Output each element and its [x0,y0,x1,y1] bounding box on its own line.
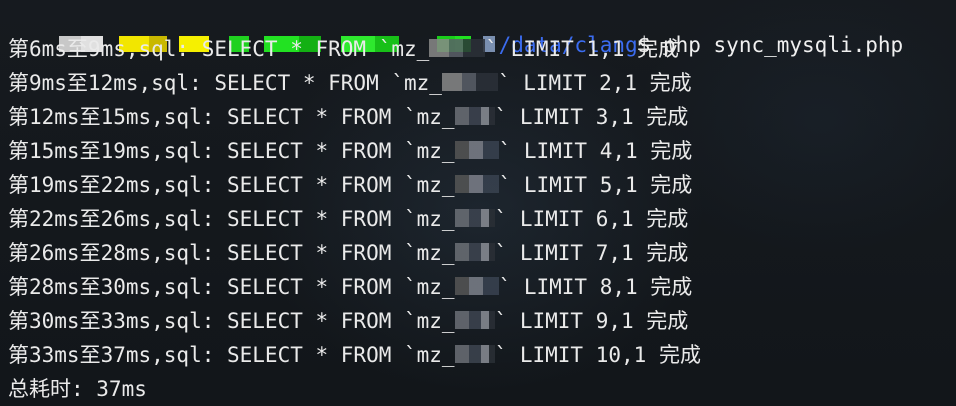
log-line: 第26ms至28ms,sql: SELECT * FROM `mz_ ` LIMI… [8,238,688,268]
total-time-line: 总耗时: 37ms [8,377,147,401]
log-line-suffix: ` LIMIT 4,1 完成 [498,139,693,163]
log-line: 第6ms至9ms,sql: SELECT * FROM `mz_ ` LIMIT … [8,34,679,64]
log-line-prefix: 第28ms至30ms,sql: SELECT * FROM `mz_ [8,275,455,299]
redacted-table-name [454,345,495,363]
log-line: 第28ms至30ms,sql: SELECT * FROM `mz_ ` LIMI… [8,272,692,302]
log-line: 第22ms至26ms,sql: SELECT * FROM `mz_ ` LIMI… [8,204,688,234]
log-line-prefix: 第33ms至37ms,sql: SELECT * FROM `mz_ [8,343,455,367]
redacted-table-name [454,107,495,125]
log-line: 第19ms至22ms,sql: SELECT * FROM `mz_ ` LIMI… [8,170,692,200]
log-line-prefix: 第9ms至12ms,sql: SELECT * FROM `mz_ [8,71,442,95]
log-line-suffix: ` LIMIT 8,1 完成 [498,275,693,299]
log-line-prefix: 第30ms至33ms,sql: SELECT * FROM `mz_ [8,309,455,333]
log-line: 第9ms至12ms,sql: SELECT * FROM `mz_ ` LIMIT… [8,68,692,98]
log-line: 第15ms至19ms,sql: SELECT * FROM `mz_ ` LIMI… [8,136,692,166]
log-line-suffix: ` LIMIT 1,1 完成 [485,37,680,61]
redacted-table-name [454,141,499,159]
log-line-suffix: ` LIMIT 9,1 完成 [494,309,689,333]
log-line-prefix: 第19ms至22ms,sql: SELECT * FROM `mz_ [8,173,455,197]
redacted-table-name [454,277,499,295]
terminal-window[interactable]: /data/clang$ php sync_mysqli.php 第6ms至9m… [0,0,956,406]
log-line: 第30ms至33ms,sql: SELECT * FROM `mz_ ` LIMI… [8,306,688,336]
log-line-suffix: ` LIMIT 5,1 完成 [498,173,693,197]
prompt-line: /data/clang$ php sync_mysqli.php [8,0,903,57]
redacted-table-name [454,209,495,227]
log-line-suffix: ` LIMIT 3,1 完成 [494,105,689,129]
log-line-suffix: ` LIMIT 10,1 完成 [494,343,701,367]
redacted-table-name [429,39,486,57]
redacted-table-name [454,243,495,261]
log-line-prefix: 第6ms至9ms,sql: SELECT * FROM `mz_ [8,37,430,61]
log-line-prefix: 第22ms至26ms,sql: SELECT * FROM `mz_ [8,207,455,231]
log-line: 第12ms至15ms,sql: SELECT * FROM `mz_ ` LIMI… [8,102,688,132]
prompt-command: php sync_mysqli.php [662,33,904,57]
log-line-suffix: ` LIMIT 2,1 完成 [497,71,692,95]
log-line-prefix: 第26ms至28ms,sql: SELECT * FROM `mz_ [8,241,455,265]
log-line: 第33ms至37ms,sql: SELECT * FROM `mz_ ` LIMI… [8,340,701,370]
redacted-table-name [441,73,498,91]
redacted-table-name [454,175,499,193]
redacted-table-name [454,311,495,329]
log-line-prefix: 第12ms至15ms,sql: SELECT * FROM `mz_ [8,105,455,129]
log-line-suffix: ` LIMIT 6,1 完成 [494,207,689,231]
log-line-prefix: 第15ms至19ms,sql: SELECT * FROM `mz_ [8,139,455,163]
log-line-suffix: ` LIMIT 7,1 完成 [494,241,689,265]
